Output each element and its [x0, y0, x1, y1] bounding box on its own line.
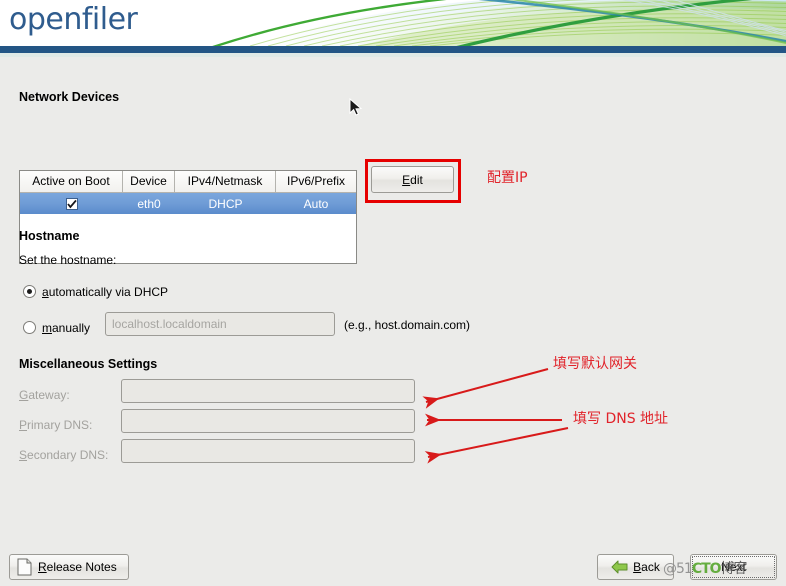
- hostname-auto-label-text: utomatically via DHCP: [48, 285, 169, 299]
- header-blue-divider: [0, 46, 786, 53]
- watermark-suffix: 博客: [720, 561, 748, 577]
- hostname-auto-label[interactable]: automatically via DHCP: [42, 285, 168, 299]
- annotation-dns-note: 填写 DNS 地址: [573, 411, 669, 427]
- gateway-input[interactable]: [121, 379, 415, 403]
- primary-dns-label-text: rimary DNS:: [27, 418, 93, 432]
- document-icon: [17, 558, 32, 576]
- arrow-left-icon: [611, 560, 628, 574]
- content-area: Network Devices Active on Boot Device IP…: [0, 57, 786, 540]
- header-banner: openfiler: [0, 0, 786, 46]
- annotation-config-ip: 配置IP: [487, 170, 528, 186]
- hostname-manual-label-text: anually: [52, 321, 91, 335]
- column-header-ipv4-netmask: IPv4/Netmask: [175, 171, 276, 192]
- active-on-boot-checkbox[interactable]: [65, 197, 78, 210]
- hostname-manual-radio[interactable]: [23, 321, 36, 334]
- hostname-example-text: (e.g., host.domain.com): [344, 318, 471, 332]
- column-header-active-on-boot: Active on Boot: [20, 171, 123, 192]
- hostname-input[interactable]: localhost.localdomain: [105, 312, 335, 336]
- openfiler-logo: openfiler: [9, 2, 138, 37]
- checkmark-icon: [66, 199, 77, 208]
- hostname-title: Hostname: [19, 229, 80, 243]
- active-on-boot-checkbox-cell[interactable]: [20, 197, 123, 210]
- primary-dns-input[interactable]: [121, 409, 415, 433]
- cell-ipv6: Auto: [303, 196, 329, 211]
- edit-button[interactable]: Edit: [371, 166, 454, 193]
- site-watermark: @51CTO博客: [663, 558, 748, 578]
- hostname-manual-label[interactable]: manually: [42, 321, 90, 335]
- release-notes-label: Release Notes: [38, 560, 117, 574]
- edit-button-label: Edit: [402, 172, 423, 187]
- watermark-brand: CTO: [691, 561, 722, 577]
- misc-settings-title: Miscellaneous Settings: [19, 357, 158, 371]
- back-button-label: Back: [633, 560, 660, 574]
- hostname-input-placeholder: localhost.localdomain: [112, 317, 227, 331]
- hostname-prompt: Set the hostname:: [19, 253, 117, 267]
- annotation-gateway-note: 填写默认网关: [553, 356, 637, 372]
- cell-ipv4: DHCP: [208, 196, 243, 211]
- network-devices-table[interactable]: Active on Boot Device IPv4/Netmask IPv6/…: [19, 170, 357, 264]
- secondary-dns-label-text: econdary DNS:: [27, 448, 109, 462]
- gateway-label: Gateway:: [19, 388, 70, 402]
- primary-dns-label: Primary DNS:: [19, 418, 93, 432]
- mouse-cursor: [349, 98, 363, 116]
- table-row[interactable]: eth0 DHCP Auto: [20, 193, 356, 214]
- gateway-label-text: ateway:: [28, 388, 70, 402]
- column-header-device: Device: [123, 171, 175, 192]
- secondary-dns-label: Secondary DNS:: [19, 448, 109, 462]
- cell-device: eth0: [137, 196, 161, 211]
- network-devices-title: Network Devices: [19, 90, 120, 104]
- table-header-row: Active on Boot Device IPv4/Netmask IPv6/…: [20, 171, 356, 193]
- secondary-dns-input[interactable]: [121, 439, 415, 463]
- hostname-auto-radio[interactable]: [23, 285, 36, 298]
- column-header-ipv6-prefix: IPv6/Prefix: [276, 171, 356, 192]
- release-notes-button[interactable]: Release Notes: [9, 554, 129, 580]
- watermark-prefix: @51: [663, 561, 693, 577]
- installer-screen: openfiler Network Devices Active on Boot…: [0, 0, 786, 586]
